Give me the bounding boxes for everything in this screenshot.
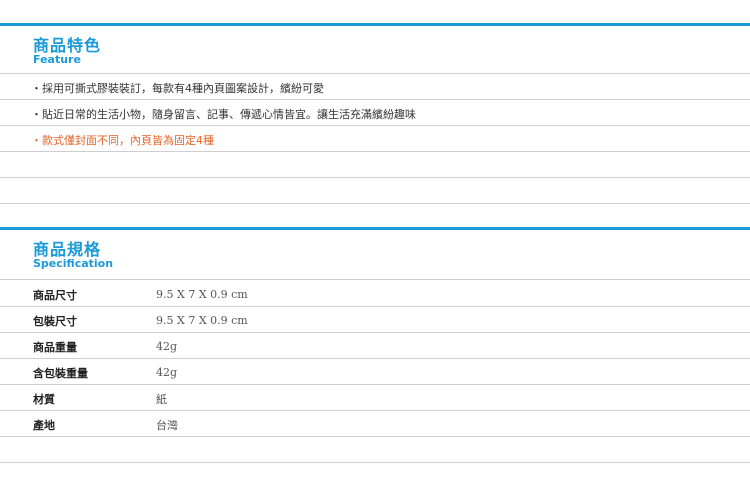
divider [0,177,750,178]
feature-item: ・採用可撕式膠裝裝訂，每款有4種內頁圖案設計，繽紛可愛 [31,82,324,95]
divider [0,436,750,437]
spec-label: 商品尺寸 [33,289,77,302]
divider [0,125,750,126]
spec-label: 包裝尺寸 [33,315,77,328]
spec-value: 台灣 [156,419,178,432]
divider [0,203,750,204]
divider [0,99,750,100]
spec-label: 材質 [33,393,55,406]
divider [0,332,750,333]
spec-value: 9.5 X 7 X 0.9 cm [156,288,248,301]
feature-note: ・款式僅封面不同，內頁皆為固定4種 [31,134,214,147]
spec-label: 產地 [33,419,55,432]
divider [0,73,750,74]
divider [0,462,750,463]
divider [0,279,750,280]
spec-value: 9.5 X 7 X 0.9 cm [156,314,248,327]
spec-label: 含包裝重量 [33,367,88,380]
divider [0,358,750,359]
divider [0,384,750,385]
divider [0,410,750,411]
feature-subtitle: Feature [33,53,81,66]
feature-item: ・貼近日常的生活小物，隨身留言、記事、傳遞心情皆宜。讓生活充滿繽紛趣味 [31,108,416,121]
spec-value: 42g [156,340,178,353]
spec-top-bar [0,227,750,230]
divider [0,306,750,307]
spec-value: 42g [156,366,178,379]
spec-subtitle: Specification [33,257,114,270]
feature-top-bar [0,23,750,26]
spec-label: 商品重量 [33,341,77,354]
spec-value: 紙 [156,393,167,406]
divider [0,151,750,152]
